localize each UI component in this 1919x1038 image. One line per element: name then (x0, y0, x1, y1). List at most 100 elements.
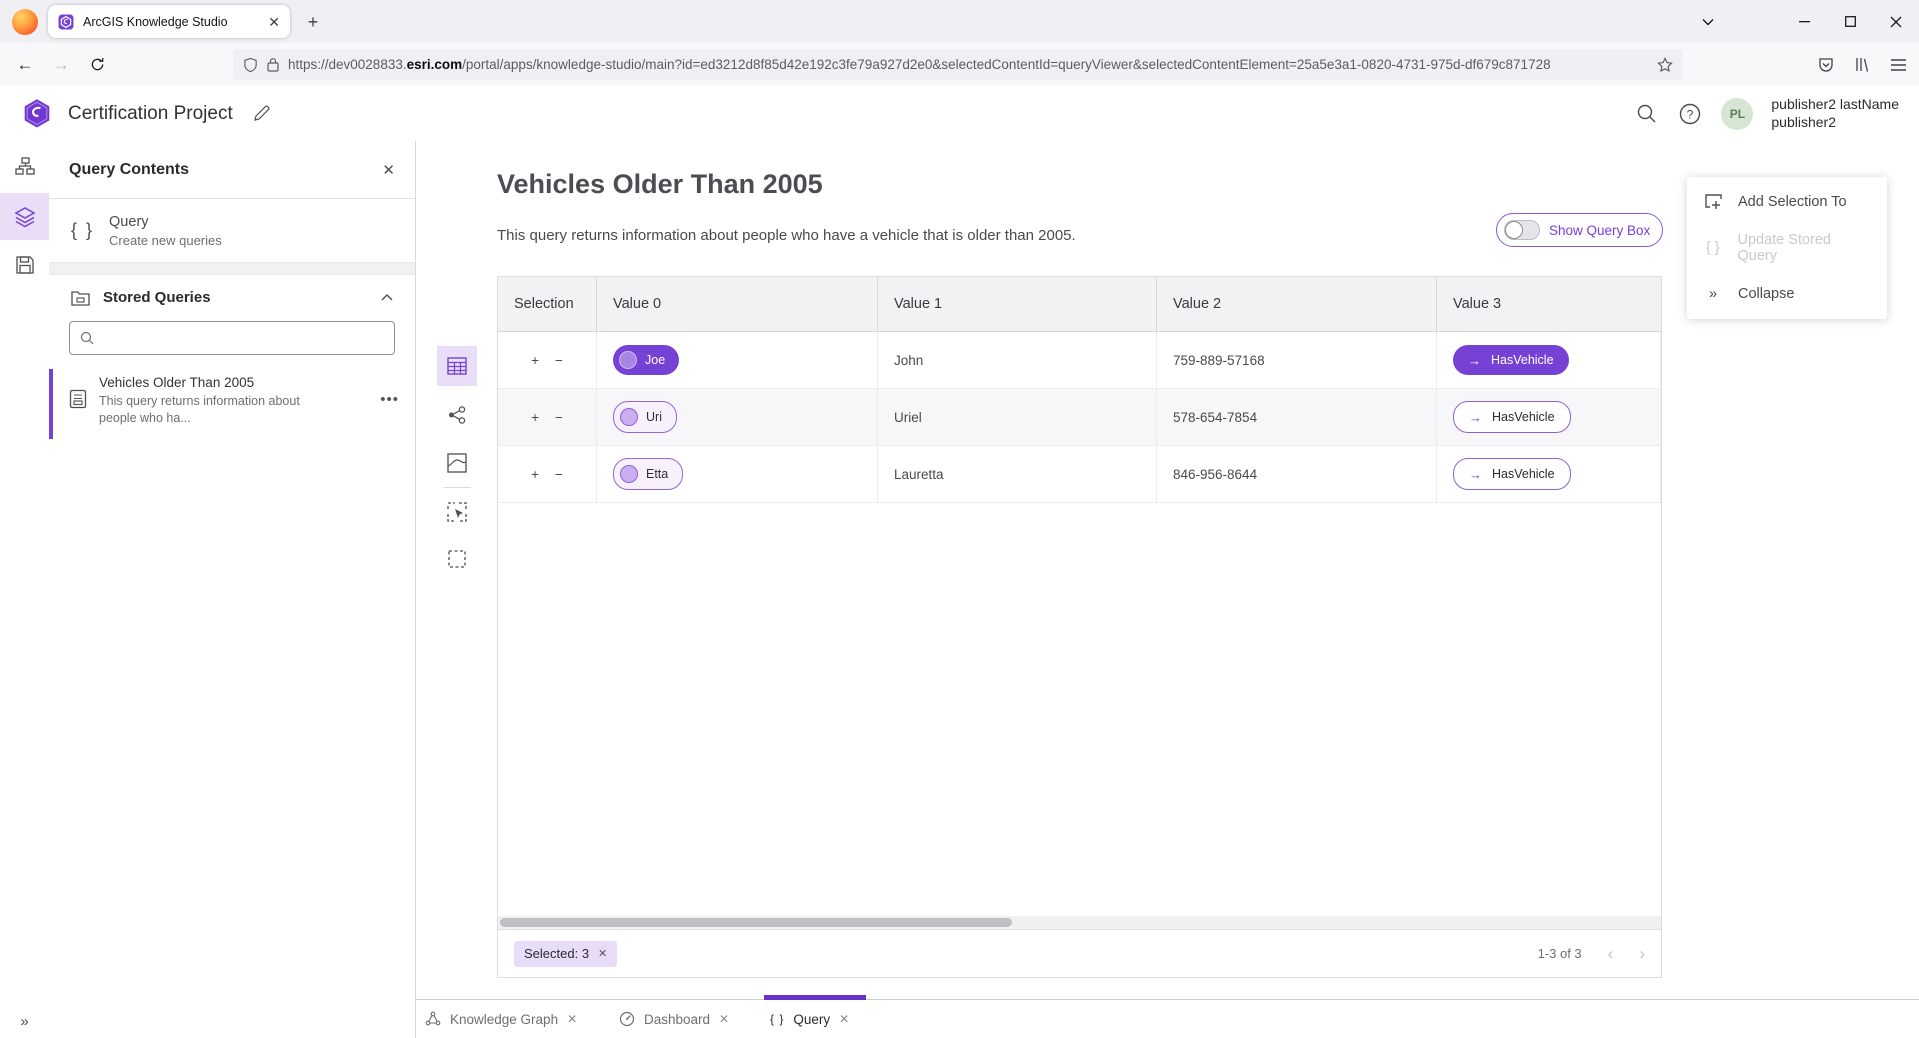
stored-queries-header[interactable]: Stored Queries (49, 275, 415, 319)
tab-knowledge-graph[interactable]: Knowledge Graph ✕ (425, 1000, 577, 1038)
scrollbar-thumb[interactable] (500, 918, 1012, 927)
browser-tab[interactable]: ArcGIS Knowledge Studio ✕ (48, 5, 290, 38)
cell-value: 846-956-8644 (1157, 446, 1437, 502)
add-to-selection-icon[interactable]: + (531, 410, 539, 425)
cell-value: 578-654-7854 (1157, 389, 1437, 445)
add-to-selection-icon[interactable]: + (531, 467, 539, 482)
show-query-box-toggle[interactable] (1504, 220, 1540, 240)
search-icon[interactable] (1633, 101, 1659, 127)
map-view-icon[interactable] (437, 443, 477, 483)
selected-indicator (49, 369, 53, 439)
braces-icon: { } (71, 220, 94, 241)
clear-selection-icon[interactable]: ✕ (598, 947, 607, 960)
column-header[interactable]: Selection (498, 277, 597, 331)
left-rail: » (0, 141, 50, 1038)
expand-rail-icon[interactable]: » (0, 1013, 49, 1030)
lock-icon[interactable] (267, 57, 279, 72)
tab-close-icon[interactable]: ✕ (268, 15, 280, 29)
forward-button[interactable]: → (46, 50, 76, 80)
table-view-icon[interactable] (437, 346, 477, 386)
relationship-pill[interactable]: → HasVehicle (1453, 345, 1569, 375)
query-item[interactable]: { } Query Create new queries (49, 199, 415, 262)
marquee-select-icon[interactable] (437, 539, 477, 579)
entity-pill[interactable]: Joe (613, 345, 679, 375)
list-tabs-chevron-icon[interactable] (1691, 0, 1725, 43)
add-selection-icon (1703, 194, 1723, 211)
tab-close-icon[interactable]: ✕ (839, 1012, 849, 1026)
table-header-row: Selection Value 0 Value 1 Value 2 Value … (498, 277, 1661, 332)
data-model-icon[interactable] (0, 143, 49, 190)
menu-item-add-selection-to[interactable]: Add Selection To (1687, 179, 1887, 225)
tab-query[interactable]: { } Query ✕ (770, 1000, 849, 1038)
entity-dot-icon (619, 351, 637, 369)
chevron-up-icon[interactable] (381, 294, 393, 301)
show-query-box-button[interactable]: Show Query Box (1496, 213, 1663, 247)
item-options-ellipsis-icon[interactable]: ••• (380, 391, 399, 408)
magnifier-icon (80, 331, 94, 345)
reload-button[interactable] (82, 50, 112, 80)
pocket-save-icon[interactable] (1811, 50, 1841, 80)
tab-close-icon[interactable]: ✕ (719, 1012, 729, 1026)
relationship-pill[interactable]: → HasVehicle (1453, 401, 1571, 433)
column-header[interactable]: Value 1 (878, 277, 1157, 331)
knowledge-graph-icon (425, 1011, 441, 1027)
avatar[interactable]: PL (1721, 98, 1753, 130)
panel-close-icon[interactable]: ✕ (382, 161, 395, 179)
new-tab-button[interactable]: + (298, 7, 328, 37)
table-row[interactable]: + − Uri Uriel 578-654-7854 → (498, 389, 1661, 446)
table-row[interactable]: + − Etta Lauretta 846-956-8644 → (498, 446, 1661, 503)
select-features-icon[interactable] (437, 492, 477, 532)
stored-query-item[interactable]: Vehicles Older Than 2005 This query retu… (49, 369, 415, 439)
arrow-right-icon: → (1469, 410, 1482, 425)
add-to-selection-icon[interactable]: + (531, 353, 539, 368)
column-header[interactable]: Value 2 (1157, 277, 1437, 331)
remove-from-selection-icon[interactable]: − (555, 410, 563, 425)
braces-icon: { } (770, 1012, 784, 1026)
window-maximize-button[interactable] (1827, 0, 1873, 43)
window-close-button[interactable] (1873, 0, 1919, 43)
stored-query-description: This query returns information about peo… (99, 393, 401, 427)
tracking-protection-shield-icon[interactable] (243, 57, 258, 73)
arrow-right-icon: → (1469, 467, 1482, 482)
next-page-icon[interactable]: › (1639, 944, 1645, 964)
menu-hamburger-icon[interactable] (1883, 50, 1913, 80)
tab-title: ArcGIS Knowledge Studio (83, 15, 259, 29)
edit-pencil-icon[interactable] (253, 105, 270, 122)
link-chart-icon[interactable] (437, 395, 477, 435)
search-input[interactable] (102, 330, 384, 347)
page-title: Vehicles Older Than 2005 (497, 169, 823, 200)
relationship-pill[interactable]: → HasVehicle (1453, 458, 1571, 490)
column-header[interactable]: Value 3 (1437, 277, 1661, 331)
app-header: Certification Project ? PL publisher2 la… (0, 86, 1919, 142)
entity-dot-icon (620, 408, 638, 426)
bottom-tabbar: Knowledge Graph ✕ Dashboard ✕ { } Query … (416, 999, 1919, 1038)
library-icon[interactable] (1847, 50, 1877, 80)
bookmark-star-icon[interactable] (1657, 57, 1673, 73)
query-item-subtitle: Create new queries (109, 233, 222, 248)
main-content: Vehicles Older Than 2005 This query retu… (416, 141, 1919, 1038)
save-icon[interactable] (0, 241, 49, 288)
menu-item-update-stored-query[interactable]: { } Update Stored Query (1687, 225, 1887, 271)
horizontal-scrollbar[interactable] (498, 916, 1661, 929)
table-footer: Selected: 3 ✕ 1-3 of 3 ‹ › (498, 929, 1661, 977)
stored-query-doc-icon (69, 389, 87, 409)
tab-dashboard[interactable]: Dashboard ✕ (619, 1000, 729, 1038)
dashboard-icon (619, 1011, 635, 1027)
entity-pill[interactable]: Uri (613, 401, 677, 433)
previous-page-icon[interactable]: ‹ (1608, 944, 1614, 964)
table-row[interactable]: + − Joe John 759-889-57168 → (498, 332, 1661, 389)
column-header[interactable]: Value 0 (597, 277, 878, 331)
entity-pill[interactable]: Etta (613, 458, 683, 490)
help-icon[interactable]: ? (1677, 101, 1703, 127)
contents-layers-icon[interactable] (0, 193, 49, 240)
back-button[interactable]: ← (10, 50, 40, 80)
stored-queries-search[interactable] (69, 321, 395, 355)
remove-from-selection-icon[interactable]: − (555, 353, 563, 368)
url-bar[interactable]: https://dev0028833.esri.com/portal/apps/… (233, 49, 1683, 80)
tab-close-icon[interactable]: ✕ (567, 1012, 577, 1026)
remove-from-selection-icon[interactable]: − (555, 467, 563, 482)
window-minimize-button[interactable] (1781, 0, 1827, 43)
firefox-icon[interactable] (12, 9, 38, 35)
menu-item-collapse[interactable]: » Collapse (1687, 271, 1887, 317)
selected-count-chip[interactable]: Selected: 3 ✕ (514, 941, 617, 967)
